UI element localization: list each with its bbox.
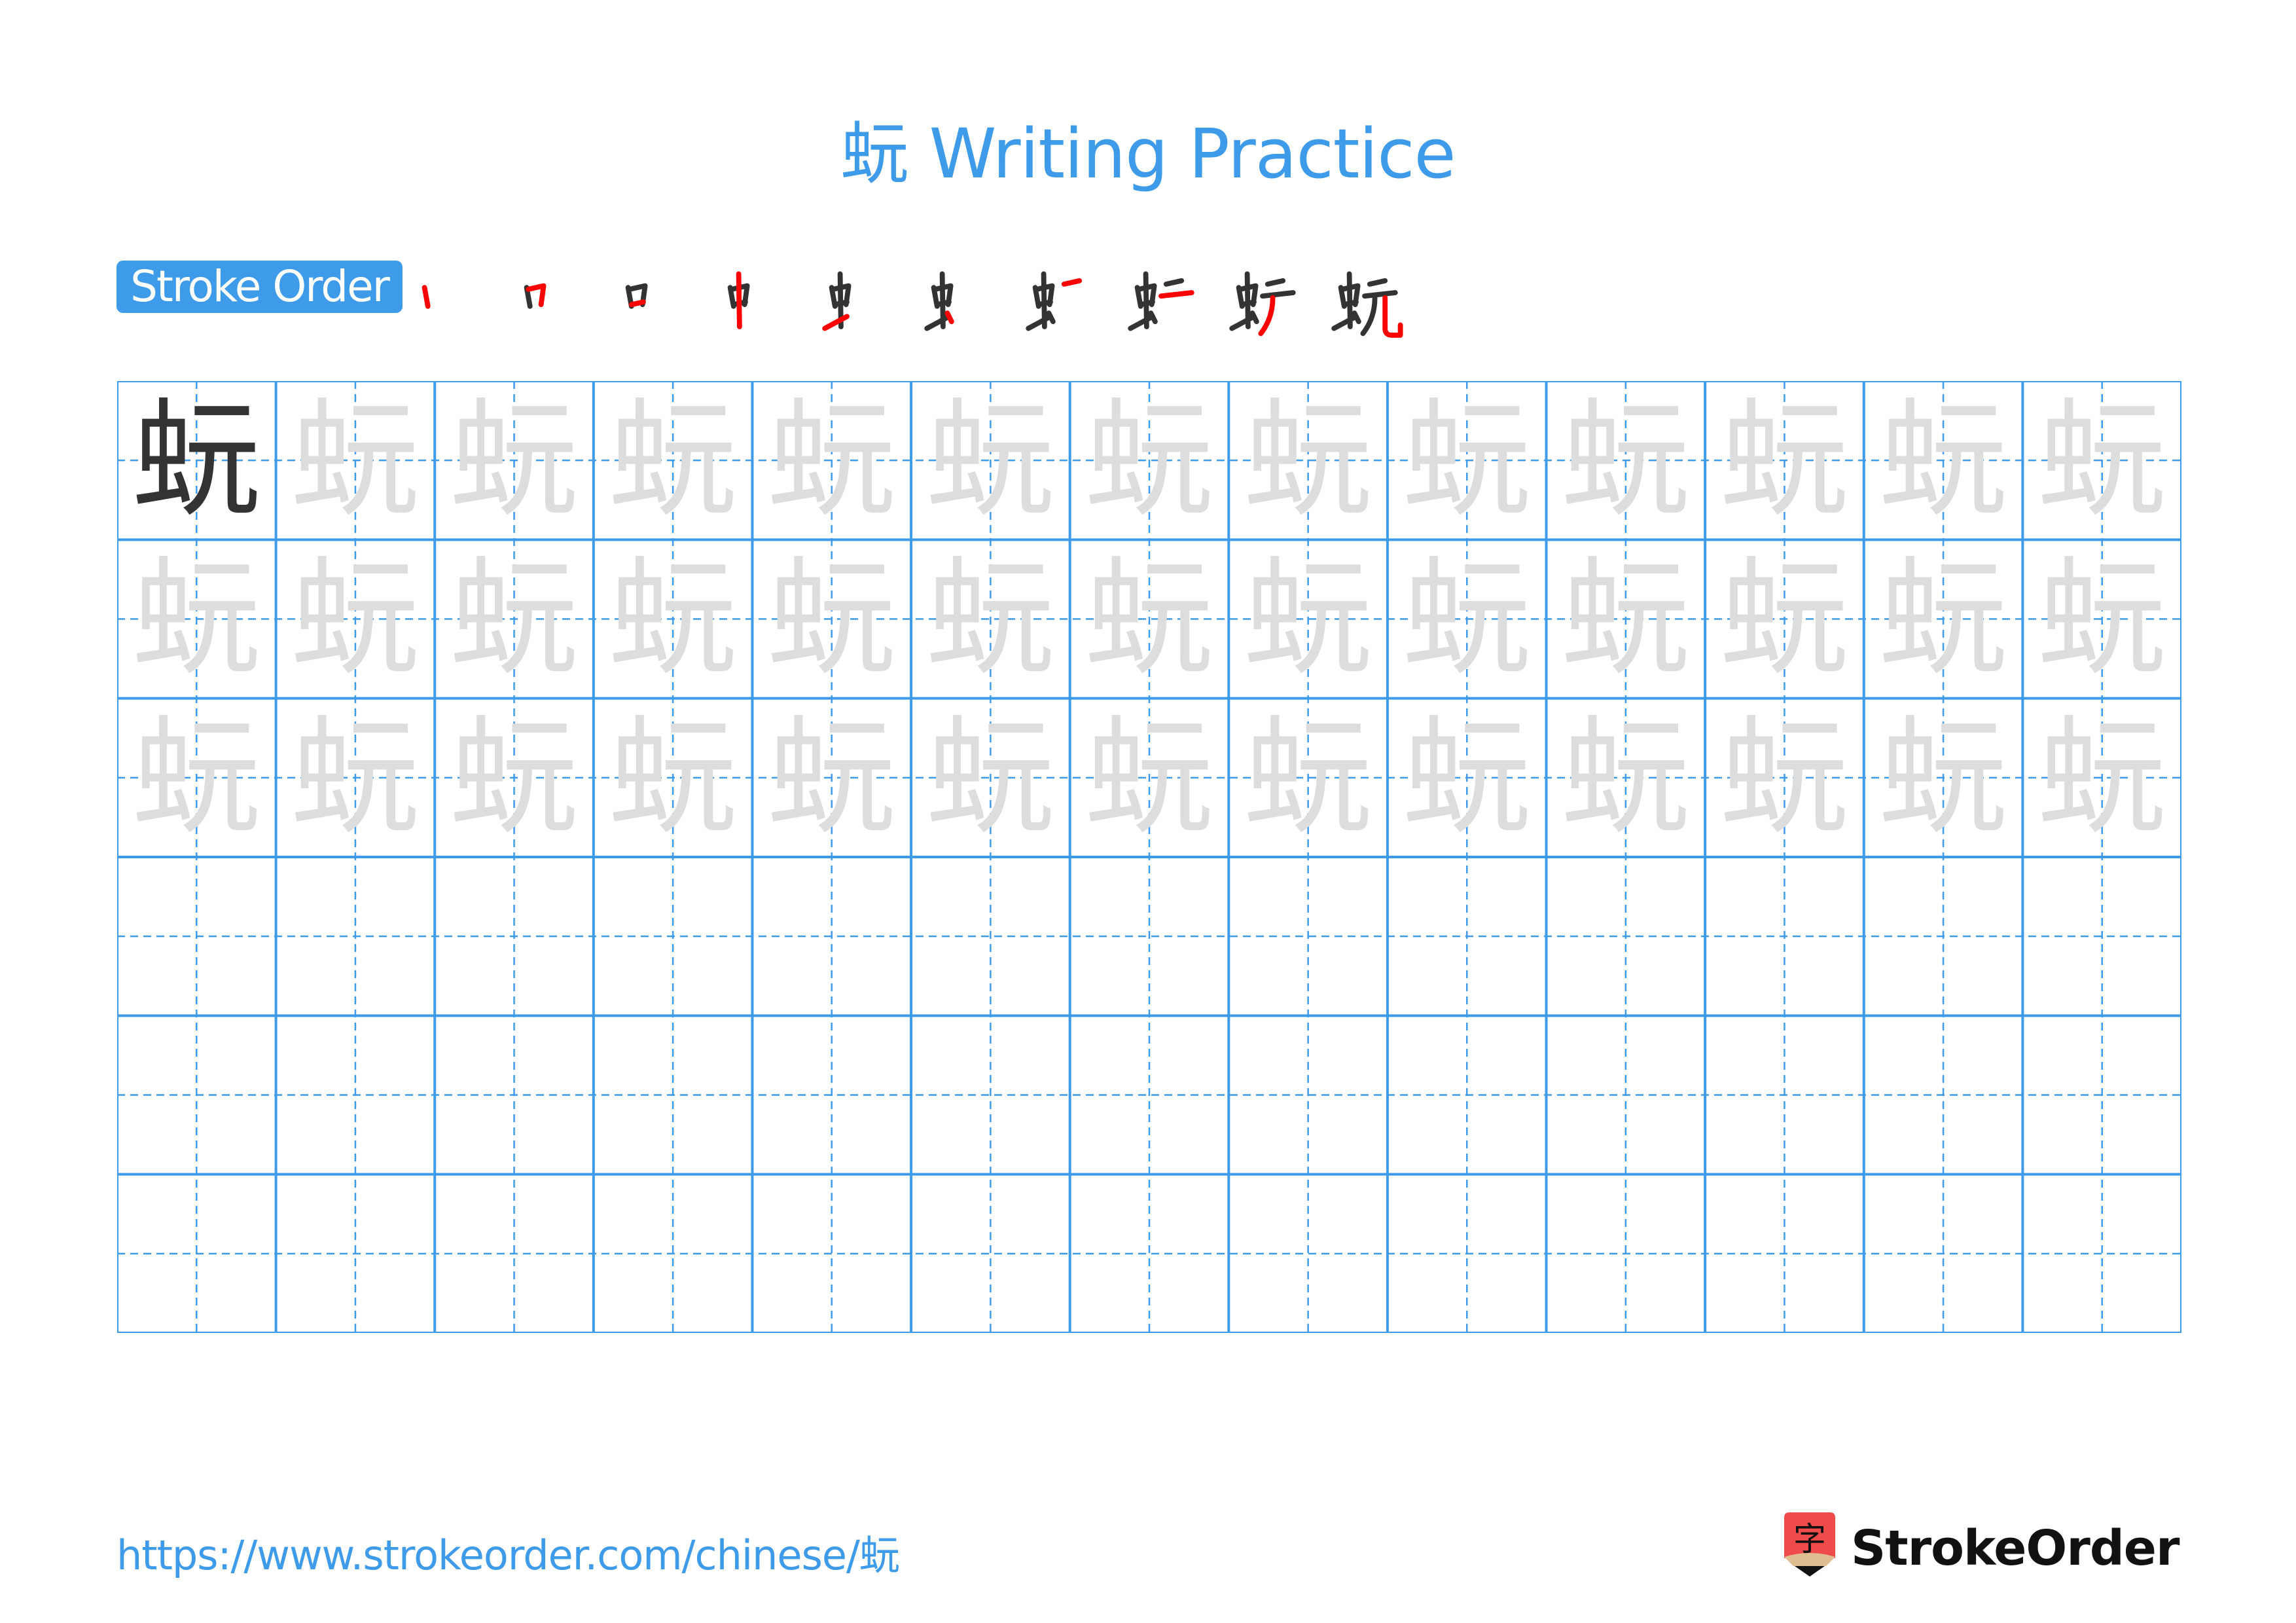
trace-character: 蚖 [1879,386,2008,536]
trace-character: 蚖 [291,386,420,536]
previous-stroke [1361,290,1398,299]
trace-character: 蚖 [2037,702,2166,852]
brand-name: StrokeOrder [1851,1520,2179,1577]
stroke-step-9 [1220,259,1305,344]
stroke-step-7 [1016,259,1102,344]
current-stroke [944,310,954,325]
previous-stroke [1367,278,1388,287]
stroke-step-8 [1119,259,1204,344]
practice-grid: 蚖蚖蚖蚖蚖蚖蚖蚖蚖蚖蚖蚖蚖蚖蚖蚖蚖蚖蚖蚖蚖蚖蚖蚖蚖蚖蚖蚖蚖蚖蚖蚖蚖蚖蚖蚖蚖蚖蚖 [117,381,2181,1333]
trace-character: 蚖 [926,544,1055,694]
trace-character: 蚖 [291,702,420,852]
trace-character: 蚖 [1244,544,1372,694]
trace-character: 蚖 [1561,386,1690,536]
stroke-step-1 [406,259,491,344]
trace-character: 蚖 [1561,544,1690,694]
previous-stroke [1360,295,1377,337]
stroke-step-5 [813,259,898,344]
trace-character: 蚖 [450,544,579,694]
trace-character: 蚖 [1085,544,1213,694]
trace-character: 蚖 [132,544,261,694]
current-stroke [422,285,431,309]
trace-character: 蚖 [767,386,896,536]
stroke-step-2 [508,259,593,344]
trace-character: 蚖 [609,386,738,536]
previous-stroke [924,314,952,331]
trace-character: 蚖 [926,702,1055,852]
current-stroke [628,299,646,308]
stroke-step-4 [711,259,797,344]
trace-character: 蚖 [1879,702,2008,852]
previous-stroke [1229,314,1257,331]
trace-character: 蚖 [1244,702,1372,852]
previous-stroke [1046,310,1056,325]
previous-stroke [1148,310,1158,325]
trace-character: 蚖 [132,702,261,852]
trace-character: 蚖 [1403,386,1532,536]
trace-character: 蚖 [926,386,1055,536]
current-stroke [736,271,742,329]
trace-character: 蚖 [1720,544,1849,694]
trace-character: 蚖 [2037,544,2166,694]
trace-character: 蚖 [1085,386,1213,536]
brand-logo[interactable]: 字 StrokeOrder [1780,1512,2179,1584]
previous-stroke [1260,290,1296,299]
previous-stroke [1352,310,1361,325]
previous-stroke [1331,314,1359,331]
brand-icon-glyph: 字 [1793,1520,1826,1558]
previous-stroke [1127,314,1155,331]
trace-character: 蚖 [1561,702,1690,852]
previous-stroke [1249,310,1259,325]
current-stroke [1061,278,1083,287]
stroke-step-10 [1322,259,1407,344]
source-url-link[interactable]: https://www.strokeorder.com/chinese/蚖 [117,1522,900,1581]
page-title: 蚖 Writing Practice [840,114,1456,194]
trace-character: 蚖 [1879,544,2008,694]
stroke-step-3 [609,259,694,344]
trace-character: 蚖 [1720,702,1849,852]
trace-character: 蚖 [1720,386,1849,536]
trace-character: 蚖 [1085,702,1213,852]
trace-character: 蚖 [450,386,579,536]
current-stroke [1258,295,1276,337]
current-stroke [1158,290,1194,299]
trace-character: 蚖 [2037,386,2166,536]
trace-character: 蚖 [767,702,896,852]
trace-character: 蚖 [1403,544,1532,694]
model-character: 蚖 [132,386,261,536]
current-stroke [1382,295,1403,338]
trace-character: 蚖 [450,702,579,852]
trace-character: 蚖 [609,702,738,852]
pencil-logo-icon: 字 [1780,1512,1839,1584]
previous-stroke [1163,278,1184,287]
previous-stroke [1026,314,1053,331]
trace-character: 蚖 [291,544,420,694]
current-stroke [822,314,850,331]
trace-character: 蚖 [1244,386,1372,536]
stroke-order-badge: Stroke Order [117,261,403,313]
trace-character: 蚖 [767,544,896,694]
previous-stroke [1265,278,1286,287]
trace-character: 蚖 [609,544,738,694]
trace-character: 蚖 [1403,702,1532,852]
stroke-step-6 [915,259,1000,344]
